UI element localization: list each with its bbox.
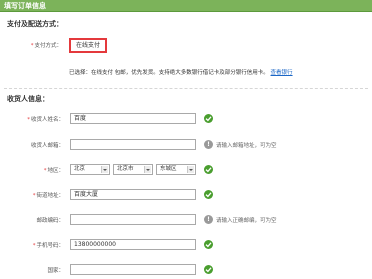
recipient-name-label: *收货人姓名： <box>27 117 64 123</box>
email-hint: 请输入邮箱地址，可为空 <box>216 143 277 149</box>
chevron-down-icon <box>101 166 108 173</box>
province-value: 北京 <box>74 166 86 172</box>
street-address-input[interactable]: 百度大厦 <box>70 189 196 200</box>
payment-info-line: 已选择：在线支付 包邮，优先发货。支持绝大多数银行借记卡及部分银行信用卡。 查看… <box>69 68 293 76</box>
postcode-label: 邮政编码： <box>36 218 64 224</box>
view-banks-link[interactable]: 查看银行 <box>271 70 293 76</box>
required-mark: * <box>27 117 30 123</box>
chevron-down-icon <box>187 166 194 173</box>
country-input[interactable] <box>70 264 196 275</box>
payment-info-prefix: 已选择： <box>69 70 92 76</box>
order-header-bar: 填写订单信息 <box>0 0 372 12</box>
postcode-hint: 请输入正确邮编，可为空 <box>216 218 277 224</box>
country-label: 国家： <box>47 268 64 274</box>
street-address-label: *街道地址： <box>32 193 64 199</box>
info-icon: ! <box>204 140 213 149</box>
recipient-name-input[interactable]: 百度 <box>70 113 196 124</box>
region-label: *地区： <box>43 168 64 174</box>
recipient-email-input[interactable] <box>70 139 196 150</box>
recipient-email-label: 收货人邮箱： <box>30 143 64 149</box>
page-title: 填写订单信息 <box>4 2 46 10</box>
valid-check-icon <box>204 114 213 123</box>
info-icon: ! <box>204 215 213 224</box>
district-select[interactable]: 东城区 <box>156 164 196 175</box>
payment-section-title: 支付及配送方式： <box>7 20 63 28</box>
city-value: 北京市 <box>117 166 134 172</box>
chevron-down-icon <box>144 166 151 173</box>
district-value: 东城区 <box>160 166 177 172</box>
payment-info-text: 在线支付 包邮，优先发货。支持绝大多数银行借记卡及部分银行信用卡。 <box>91 70 269 76</box>
valid-check-icon <box>204 240 213 249</box>
province-select[interactable]: 北京 <box>70 164 110 175</box>
postcode-input[interactable] <box>70 214 196 225</box>
valid-check-icon <box>204 265 213 274</box>
mobile-label: *手机号码： <box>32 243 64 249</box>
mobile-input[interactable]: 13800000000 <box>70 239 196 250</box>
city-select[interactable]: 北京市 <box>113 164 153 175</box>
section-divider <box>4 88 368 89</box>
payment-option-online[interactable]: 在线支付 <box>69 38 107 53</box>
valid-check-icon <box>204 190 213 199</box>
payment-method-label: *支付方式： <box>30 43 62 49</box>
recipient-section-title: 收货人信息： <box>7 95 49 103</box>
valid-check-icon <box>204 165 213 174</box>
